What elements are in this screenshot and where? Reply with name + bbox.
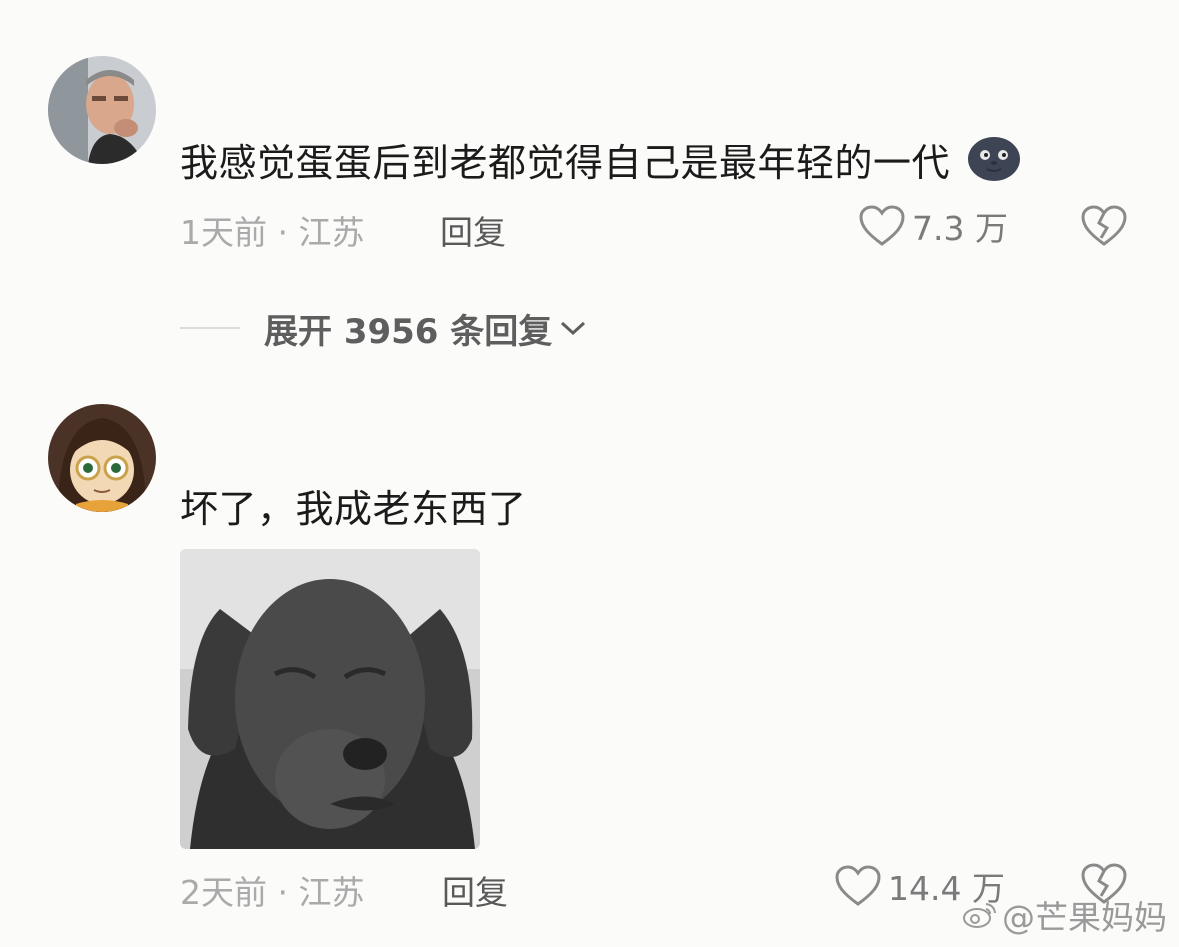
- weibo-icon: [963, 903, 996, 928]
- user-avatar[interactable]: [48, 56, 156, 164]
- chevron-down-icon: [561, 321, 586, 336]
- reply-button[interactable]: 回复: [440, 206, 506, 254]
- like-count: 7.3 万: [912, 209, 1008, 248]
- broken-heart-icon: [1081, 205, 1127, 246]
- reply-button[interactable]: 回复: [442, 866, 508, 914]
- comment-location: 江苏: [298, 213, 365, 252]
- watermark: @芒果妈妈: [962, 891, 1167, 939]
- avatar-cartoon-image: [48, 404, 156, 512]
- sad-dog-meme-image[interactable]: [180, 549, 480, 849]
- expand-replies-button[interactable]: 展开 3956 条回复: [180, 304, 588, 352]
- comment-time: 1天前: [180, 213, 267, 252]
- comment-meta: 1天前 · 江苏: [180, 206, 365, 254]
- moon-face-emoji-icon: [967, 136, 1021, 191]
- dislike-button[interactable]: [1080, 204, 1128, 252]
- comment-location: 江苏: [298, 873, 365, 912]
- meta-separator: ·: [277, 213, 289, 252]
- expand-replies-label: 展开 3956 条回复: [264, 311, 553, 352]
- like-button[interactable]: 7.3 万: [858, 202, 1008, 250]
- user-avatar[interactable]: [48, 404, 156, 512]
- comment-body: 我感觉蛋蛋后到老都觉得自己是最年轻的一代: [180, 141, 951, 185]
- heart-icon: [859, 205, 905, 246]
- comment-text: 坏了，我成老东西了: [180, 487, 527, 531]
- heart-icon: [835, 865, 881, 906]
- comment-meta: 2天前 · 江苏: [180, 866, 365, 914]
- expand-divider: [180, 327, 240, 329]
- comment-list: 我感觉蛋蛋后到老都觉得自己是最年轻的一代 1天前 · 江苏 回复 7.3 万 展…: [0, 0, 1179, 947]
- watermark-text: @芒果妈妈: [1002, 898, 1167, 937]
- comment-text: 我感觉蛋蛋后到老都觉得自己是最年轻的一代: [180, 132, 1021, 191]
- comment-time: 2天前: [180, 873, 267, 912]
- meta-separator: ·: [277, 873, 289, 912]
- avatar-man-image: [48, 56, 156, 164]
